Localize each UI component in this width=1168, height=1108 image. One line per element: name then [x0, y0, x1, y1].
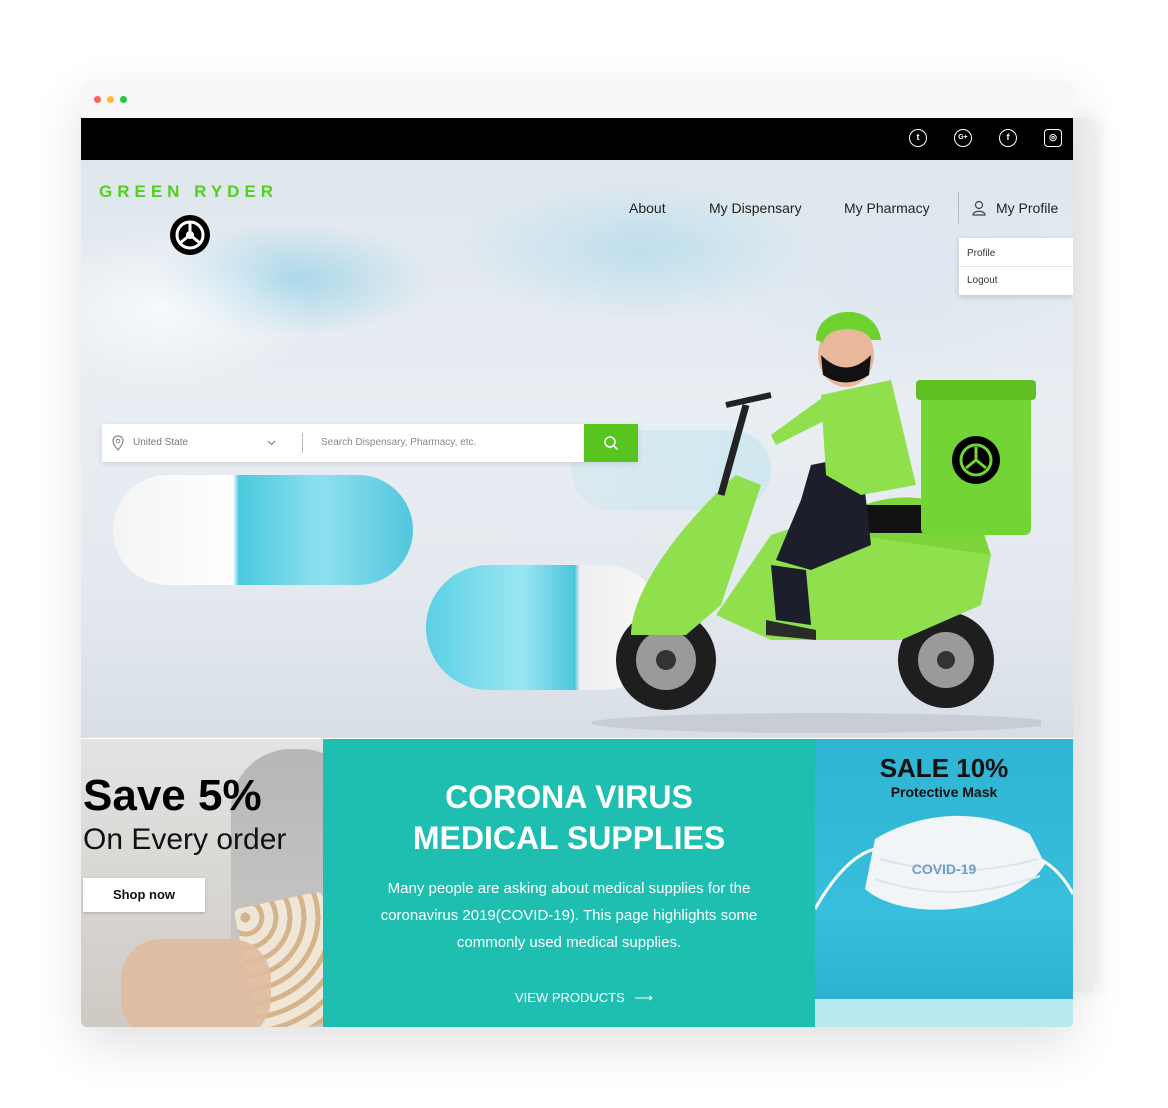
- nav-about[interactable]: About: [629, 200, 666, 216]
- social-bar: t G+ f ◎: [81, 118, 1073, 160]
- promo-corona-banner: CORONA VIRUS MEDICAL SUPPLIES Many peopl…: [323, 739, 815, 1027]
- hero-banner: GREEN RYDER About My Dispensary My Pharm…: [81, 160, 1073, 738]
- promo-save-headline: Save 5%: [83, 771, 262, 820]
- promo-corona-body: Many people are asking about medical sup…: [380, 880, 758, 951]
- promo-corona-title-line2: MEDICAL SUPPLIES: [412, 820, 726, 856]
- google-plus-icon[interactable]: G+: [954, 129, 972, 147]
- minimize-dot[interactable]: [107, 96, 114, 103]
- hand-image: [121, 939, 271, 1027]
- promo-mask-headline: SALE 10%: [879, 753, 1009, 783]
- user-icon[interactable]: [972, 200, 986, 216]
- dropdown-item-profile[interactable]: Profile: [967, 248, 995, 259]
- maximize-dot[interactable]: [120, 96, 127, 103]
- shop-now-button[interactable]: Shop now: [83, 878, 205, 912]
- instagram-icon[interactable]: ◎: [1044, 129, 1062, 147]
- chevron-down-icon[interactable]: [267, 440, 276, 446]
- view-products-link[interactable]: VIEW PRODUCTS ⟶: [515, 990, 653, 1006]
- nav-my-profile[interactable]: My Profile: [996, 200, 1058, 216]
- promo-mask-banner[interactable]: SALE 10% Protective Mask COVID-19: [815, 739, 1073, 1027]
- nav-divider: [958, 192, 959, 224]
- nav-my-pharmacy[interactable]: My Pharmacy: [844, 200, 930, 216]
- search-bar: United State Search Dispensary, Pharmacy…: [102, 424, 638, 462]
- brand-logo-icon[interactable]: [168, 213, 212, 257]
- brand-logo-text[interactable]: GREEN RYDER: [99, 182, 278, 202]
- facebook-icon[interactable]: f: [999, 129, 1017, 147]
- nav-my-dispensary[interactable]: My Dispensary: [709, 200, 802, 216]
- promo-save-banner[interactable]: Save 5% On Every order Shop now: [81, 739, 323, 1027]
- location-select[interactable]: United State: [133, 437, 188, 448]
- delivery-rider-image: [591, 311, 1041, 733]
- close-dot[interactable]: [94, 96, 101, 103]
- browser-window: t G+ f ◎ GREEN RYDER About My Dispensary…: [81, 81, 1073, 1027]
- dropdown-divider: [959, 266, 1073, 267]
- promo-save-subline: On Every order: [83, 823, 287, 856]
- promo-mask-strip: [815, 999, 1073, 1027]
- browser-chrome: [81, 81, 1073, 119]
- twitter-icon[interactable]: t: [909, 129, 927, 147]
- promo-corona-title-line1: CORONA VIRUS: [445, 779, 693, 815]
- search-input[interactable]: Search Dispensary, Pharmacy, etc.: [321, 437, 476, 448]
- mask-print-text: COVID-19: [911, 861, 977, 877]
- arrow-right-icon: ⟶: [634, 990, 654, 1005]
- capsule-image: [113, 475, 413, 585]
- view-products-label: VIEW PRODUCTS: [515, 990, 625, 1005]
- search-divider: [302, 433, 303, 453]
- location-pin-icon: [112, 435, 124, 451]
- window-shadow: [1073, 118, 1093, 992]
- promo-mask-subline: Protective Mask: [890, 784, 998, 800]
